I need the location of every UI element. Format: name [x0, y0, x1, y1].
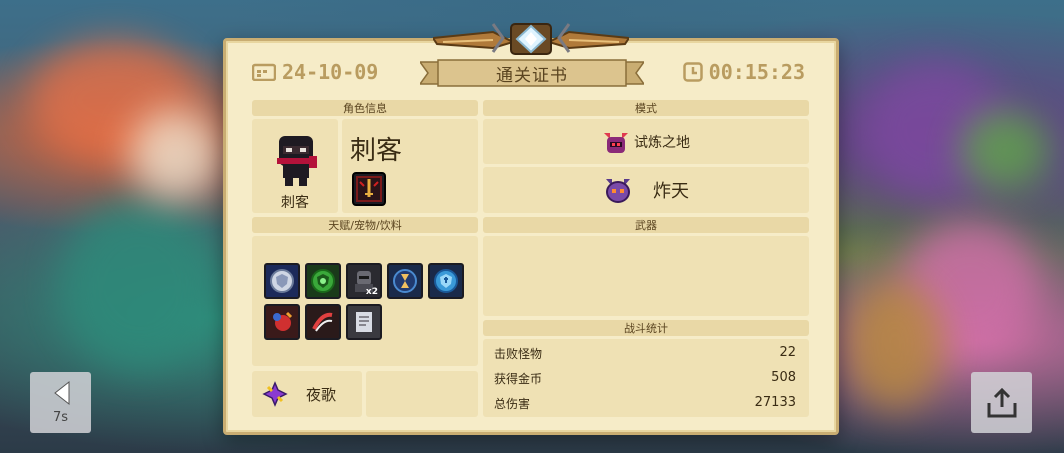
assassin-portrait-icon: [277, 136, 317, 186]
stat-label: 获得金币: [494, 372, 543, 386]
stat-label: 总伤害: [494, 397, 531, 411]
demon-helmet-icon: [604, 132, 628, 153]
mode-header: 模式: [483, 100, 809, 116]
blue-cross-shield-icon[interactable]: [428, 263, 464, 299]
shield-badge-icon[interactable]: [264, 263, 300, 299]
multiplier-text: x2: [365, 287, 378, 297]
back-countdown: 7s: [52, 410, 69, 425]
green-shield-icon[interactable]: [305, 263, 341, 299]
background-blob: [960, 110, 1050, 190]
crest-icon: [433, 23, 629, 55]
armored-head-icon[interactable]: x2: [346, 263, 382, 299]
battle-stats-header: 战斗统计: [483, 320, 809, 336]
weapon-skill-icon: [352, 172, 386, 206]
stat-row-gold: 获得金币 508: [494, 370, 796, 387]
fire-bomb-icon[interactable]: [264, 304, 300, 340]
hourglass-icon[interactable]: [387, 263, 423, 299]
claw-slash-icon[interactable]: [305, 304, 341, 340]
character-name-small: 刺客: [281, 195, 309, 211]
weapon-header: 武器: [483, 217, 809, 233]
mode-primary-row: 试炼之地: [483, 119, 809, 164]
purple-demon-icon: [606, 179, 630, 203]
stat-value: 508: [771, 370, 796, 385]
back-arrow-icon: [53, 380, 69, 406]
share-icon: [987, 387, 1016, 417]
mode-secondary-label: 炸天: [653, 181, 689, 202]
empty-slot-panel: [366, 371, 478, 417]
stat-label: 击败怪物: [494, 347, 543, 361]
talents-header: 天赋/宠物/饮料: [252, 217, 478, 233]
stat-value: 22: [779, 345, 796, 360]
certificate-title: 通关证书: [496, 65, 568, 86]
calendar-icon: [252, 63, 276, 81]
mode-secondary-row: 炸天: [483, 167, 809, 213]
background-blob: [60, 200, 220, 370]
time-text: 00:15:23: [708, 60, 805, 84]
stat-row-kills: 击败怪物 22: [494, 345, 796, 362]
date-text: 24-10-09: [282, 60, 379, 84]
stat-row-damage: 总伤害 27133: [494, 395, 796, 412]
skill-label: 夜歌: [306, 385, 337, 404]
stat-value: 27133: [754, 395, 796, 410]
share-button[interactable]: [971, 372, 1032, 433]
background-blob: [130, 110, 220, 200]
back-button[interactable]: 7s: [30, 372, 91, 433]
background-blob: [845, 280, 945, 410]
time-display: 00:15:23: [682, 60, 805, 84]
date-display: 24-10-09: [252, 60, 378, 84]
weapon-panel: [483, 236, 809, 316]
scroll-note-icon[interactable]: [346, 304, 382, 340]
mode-primary-label: 试炼之地: [634, 134, 690, 151]
skill-panel: 夜歌: [252, 371, 362, 417]
talent-icon-grid: x2: [264, 263, 464, 340]
night-song-skill-icon: [262, 381, 288, 407]
timer-icon: [682, 62, 703, 82]
character-name: 刺客: [350, 136, 403, 166]
character-info-header: 角色信息: [252, 100, 478, 116]
